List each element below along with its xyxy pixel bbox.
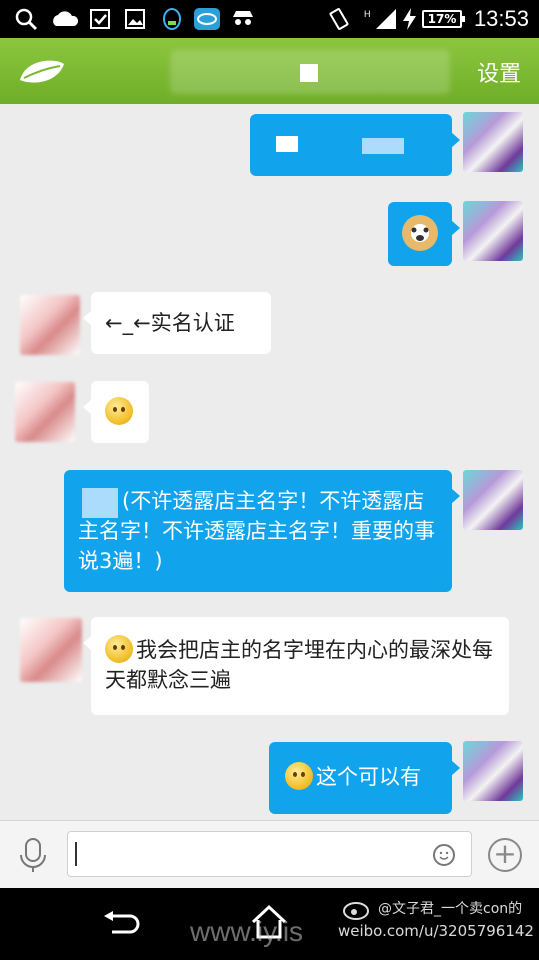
- signal-icon: H: [364, 9, 396, 29]
- message-input[interactable]: [67, 831, 472, 877]
- charging-icon: [403, 8, 416, 30]
- microphone-icon[interactable]: [18, 837, 48, 873]
- message-bubble-in[interactable]: [83, 381, 149, 443]
- image-icon: [125, 9, 145, 29]
- search-icon: [15, 8, 38, 31]
- cloud-icon: [53, 11, 79, 26]
- my-avatar[interactable]: [463, 741, 523, 801]
- qq-icon: [163, 8, 181, 30]
- incognito-icon: [233, 11, 253, 25]
- message-text: 我会把店主的名字埋在内心的最深处每天都默念三遍: [105, 638, 493, 692]
- status-time: 13:53: [473, 6, 529, 31]
- back-icon[interactable]: [102, 910, 140, 938]
- redacted-text-block: [276, 136, 298, 152]
- navigation-bar: www.iy.is @文子君_一个卖con的 weibo.com/u/32057…: [0, 888, 539, 960]
- svg-text:H: H: [364, 9, 371, 19]
- text-caret: [75, 842, 77, 866]
- message-text: 这个可以有: [316, 765, 421, 789]
- redacted-text-block: [362, 138, 404, 154]
- message-bubble-out[interactable]: (不许透露店主名字！不许透露店主名字！不许透露店主名字！重要的事说3遍！): [64, 470, 460, 592]
- redacted-title-block: [300, 64, 318, 82]
- watermark-site: www.iy.is: [190, 916, 304, 947]
- title-bar: 设置: [0, 38, 539, 104]
- message-bubble-in[interactable]: ←_←实名认证: [83, 292, 271, 354]
- watermark-url: weibo.com/u/3205796142: [338, 922, 534, 940]
- smile-emoji-icon: [285, 762, 313, 790]
- my-avatar[interactable]: [463, 201, 523, 261]
- doge-icon: [402, 215, 438, 251]
- input-bar: +: [0, 820, 539, 888]
- status-bar: H 17% 13:53: [0, 0, 539, 38]
- message-bubble-out[interactable]: [388, 202, 460, 266]
- my-avatar[interactable]: [463, 470, 523, 530]
- weibo-icon: [343, 902, 369, 920]
- my-avatar[interactable]: [463, 112, 523, 172]
- message-bubble-out[interactable]: [250, 114, 460, 176]
- plus-icon[interactable]: +: [488, 838, 522, 872]
- message-list[interactable]: ←_←实名认证 (不许透露店主名字！不许透露店主名字！不许透露店主名字！重要的事…: [0, 104, 539, 820]
- battery-indicator: 17%: [422, 10, 465, 28]
- checkbox-icon: [90, 9, 110, 29]
- message-text: (不许透露店主名字！不许透露店主名字！不许透露店主名字！重要的事说3遍！): [78, 489, 435, 573]
- message-bubble-in[interactable]: 我会把店主的名字埋在内心的最深处每天都默念三遍: [83, 617, 509, 715]
- smiley-icon[interactable]: [433, 844, 455, 866]
- contact-avatar[interactable]: [20, 295, 80, 355]
- settings-button[interactable]: 设置: [477, 56, 521, 88]
- qq-browser-icon: [194, 8, 220, 30]
- watermark-user: @文子君_一个卖con的: [378, 901, 523, 917]
- smile-emoji-icon: [105, 635, 133, 663]
- redacted-text-block: [82, 488, 118, 518]
- vibrate-icon: [329, 8, 349, 30]
- thinking-emoji-icon: [105, 397, 133, 425]
- contact-avatar[interactable]: [20, 618, 82, 682]
- message-bubble-out[interactable]: 这个可以有: [269, 742, 460, 814]
- leaf-icon[interactable]: [16, 54, 66, 88]
- contact-avatar[interactable]: [15, 382, 75, 442]
- message-text: ←_←实名认证: [105, 311, 235, 335]
